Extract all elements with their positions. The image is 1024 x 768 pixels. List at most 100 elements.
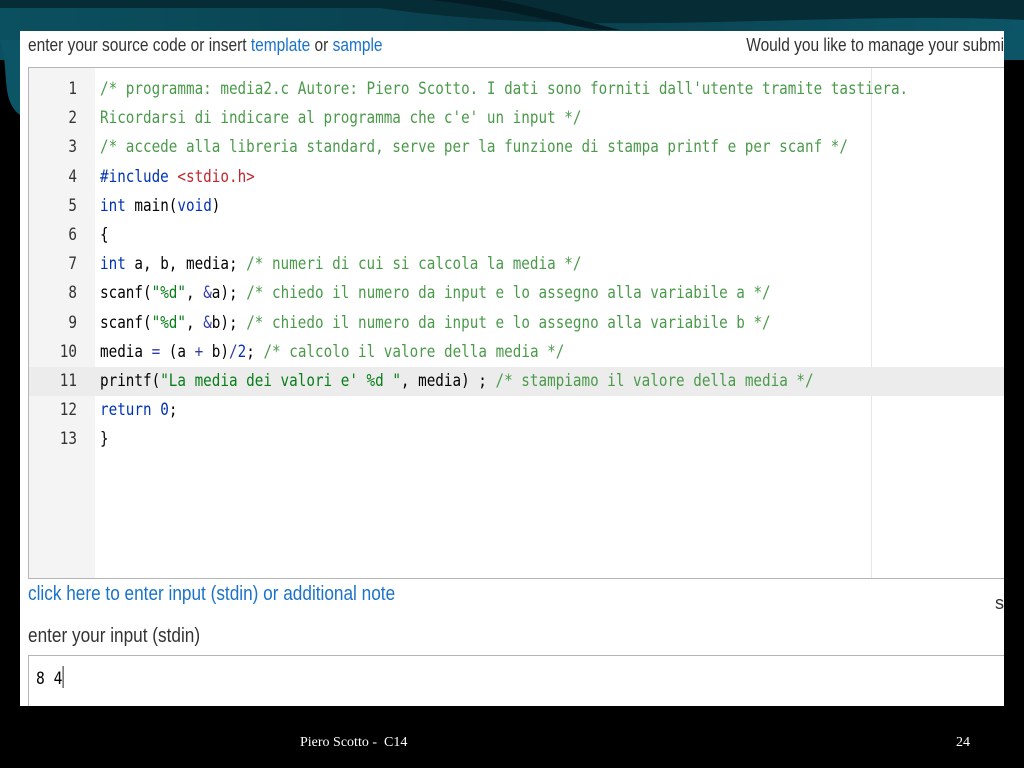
code-token-type: void — [177, 195, 212, 216]
code-text: return 0; — [100, 396, 177, 425]
code-line[interactable]: 8 scanf("%d", &a); /* chiedo il numero da… — [29, 279, 1004, 308]
code-token-string: "La media dei valori e' %d " — [160, 370, 401, 391]
code-token-number: 2 — [237, 341, 247, 362]
code-line[interactable]: 6{ — [29, 221, 1004, 250]
code-line[interactable]: 7 int a, b, media; /* numeri di cui si ca… — [29, 250, 1004, 279]
source-code-header: enter your source code or insert templat… — [28, 35, 867, 61]
line-number: 3 — [68, 137, 77, 158]
stdin-value: 8 4 — [36, 666, 64, 689]
code-token-comment: /* numeri di cui si calcola la media */ — [246, 254, 582, 275]
code-token-comment: /* programma: media2.c Autore: Piero Sco… — [100, 79, 909, 99]
sample-link[interactable]: sample — [333, 35, 383, 55]
code-token-op: + — [194, 341, 204, 362]
code-token-plain: ; — [168, 400, 178, 421]
code-token-plain: media — [100, 341, 152, 362]
code-token-header: <stdio.h> — [177, 166, 255, 187]
code-line[interactable]: 12 return 0; — [29, 396, 1004, 425]
code-token-plain: main( — [125, 195, 178, 216]
code-token-type: int — [100, 254, 126, 275]
code-token-op: & — [203, 283, 212, 304]
code-line[interactable]: 1 /* programma: media2.c Autore: Piero Sc… — [29, 75, 1004, 104]
line-number: 5 — [68, 195, 77, 216]
code-token-plain: scanf( — [100, 312, 152, 333]
code-line[interactable]: 5 int main(void) — [29, 192, 1004, 221]
code-token-plain: } — [100, 429, 109, 450]
code-token-comment: /* chiedo il numero da input e lo assegn… — [246, 283, 771, 304]
or-text: or — [310, 35, 333, 55]
code-token-plain: , media) ; — [400, 370, 496, 391]
code-text: } — [100, 425, 109, 454]
code-token-plain: { — [100, 224, 109, 245]
line-number: 13 — [59, 429, 77, 450]
code-line[interactable]: 3 /* accede alla libreria standard, serve… — [29, 133, 1004, 162]
code-text: /* accede alla libreria standard, serve … — [100, 133, 848, 162]
code-text: #include <stdio.h> — [100, 163, 255, 192]
source-prompt-text: enter your source code or insert — [28, 35, 251, 55]
code-token-comment: /* calcolo il valore della media */ — [263, 341, 565, 362]
code-line[interactable]: 2 Ricordarsi di indicare al programma che… — [29, 104, 1004, 133]
line-number: 7 — [68, 254, 77, 275]
code-text: scanf("%d", &b); /* chiedo il numero da … — [100, 309, 771, 338]
stdin-input[interactable]: 8 4 — [28, 655, 1004, 706]
line-number: 12 — [59, 400, 77, 421]
code-text: int main(void) — [100, 192, 220, 221]
code-text: scanf("%d", &a); /* chiedo il numero da … — [100, 279, 771, 308]
code-text: int a, b, media; /* numeri di cui si cal… — [100, 250, 581, 279]
line-number: 10 — [59, 341, 77, 362]
text-caret — [62, 666, 64, 688]
code-token-string: "%d" — [151, 312, 186, 333]
line-number: 4 — [68, 166, 77, 187]
code-token-comment: /* accede alla libreria standard, serve … — [100, 137, 848, 158]
stdin-value-text: 8 4 — [36, 669, 63, 689]
code-token-plain: , — [185, 283, 204, 304]
code-token-op: = — [151, 341, 161, 362]
code-lines: 1 /* programma: media2.c Autore: Piero Sc… — [29, 75, 1004, 454]
code-line[interactable]: 9 scanf("%d", &b); /* chiedo il numero da… — [29, 309, 1004, 338]
code-token-plain: printf( — [100, 370, 161, 391]
code-token-string: "%d" — [151, 283, 186, 304]
code-line[interactable]: 4 #include <stdio.h> — [29, 163, 1004, 192]
code-line[interactable]: 13} — [29, 425, 1004, 454]
code-editor-screenshot: enter your source code or insert templat… — [20, 31, 1004, 706]
code-token-plain: b) — [203, 341, 230, 362]
code-token-comment: Ricordarsi di indicare al programma che … — [100, 108, 582, 129]
code-token-plain: scanf( — [100, 283, 152, 304]
code-line[interactable]: 10 media = (a + b)/2; /* calcolo il valor… — [29, 338, 1004, 367]
code-token-plain: ) — [211, 195, 221, 216]
source-code-editor[interactable]: 1 /* programma: media2.c Autore: Piero Sc… — [28, 67, 1004, 579]
code-text: { — [100, 221, 109, 250]
code-line[interactable]: 11 printf("La media dei valori e' %d ", m… — [29, 366, 1004, 397]
code-token-op: & — [203, 312, 212, 333]
code-token-type: int — [100, 195, 126, 216]
code-text: printf("La media dei valori e' %d ", med… — [100, 367, 814, 396]
stdin-label: enter your input (stdin) — [28, 625, 201, 647]
code-token-plain: (a — [160, 341, 195, 362]
code-token-plain: a); — [211, 283, 247, 304]
code-text: media = (a + b)/2; /* calcolo il valore … — [100, 338, 564, 367]
manage-submissions-text: Would you like to manage your submis — [746, 35, 1004, 55]
code-token-plain: , — [185, 312, 204, 333]
code-token-preproc: #include — [100, 166, 178, 187]
clipped-right-text: s — [995, 593, 1004, 613]
line-number: 2 — [68, 108, 77, 129]
code-token-plain: b); — [211, 312, 247, 333]
line-number: 8 — [68, 283, 77, 304]
template-link[interactable]: template — [251, 35, 310, 55]
code-token-comment: /* chiedo il numero da input e lo assegn… — [246, 312, 771, 333]
line-number: 1 — [68, 79, 77, 99]
code-token-plain: ; — [246, 341, 264, 362]
footer-author: Piero Scotto - C14 — [300, 735, 408, 750]
code-text: /* programma: media2.c Autore: Piero Sco… — [100, 75, 908, 104]
line-number: 9 — [68, 312, 77, 333]
code-token-op: / — [229, 341, 238, 362]
code-token-plain: a, b, media; — [125, 254, 247, 275]
code-token-number: 0 — [160, 400, 169, 421]
line-number: 11 — [59, 370, 77, 391]
code-text: Ricordarsi di indicare al programma che … — [100, 104, 581, 133]
page-number: 24 — [956, 735, 970, 750]
line-number: 6 — [68, 224, 77, 245]
code-token-comment: /* stampiamo il valore della media */ — [495, 370, 814, 391]
enter-stdin-link[interactable]: click here to enter input (stdin) or add… — [28, 583, 395, 606]
code-token-keyword: return — [100, 400, 152, 421]
